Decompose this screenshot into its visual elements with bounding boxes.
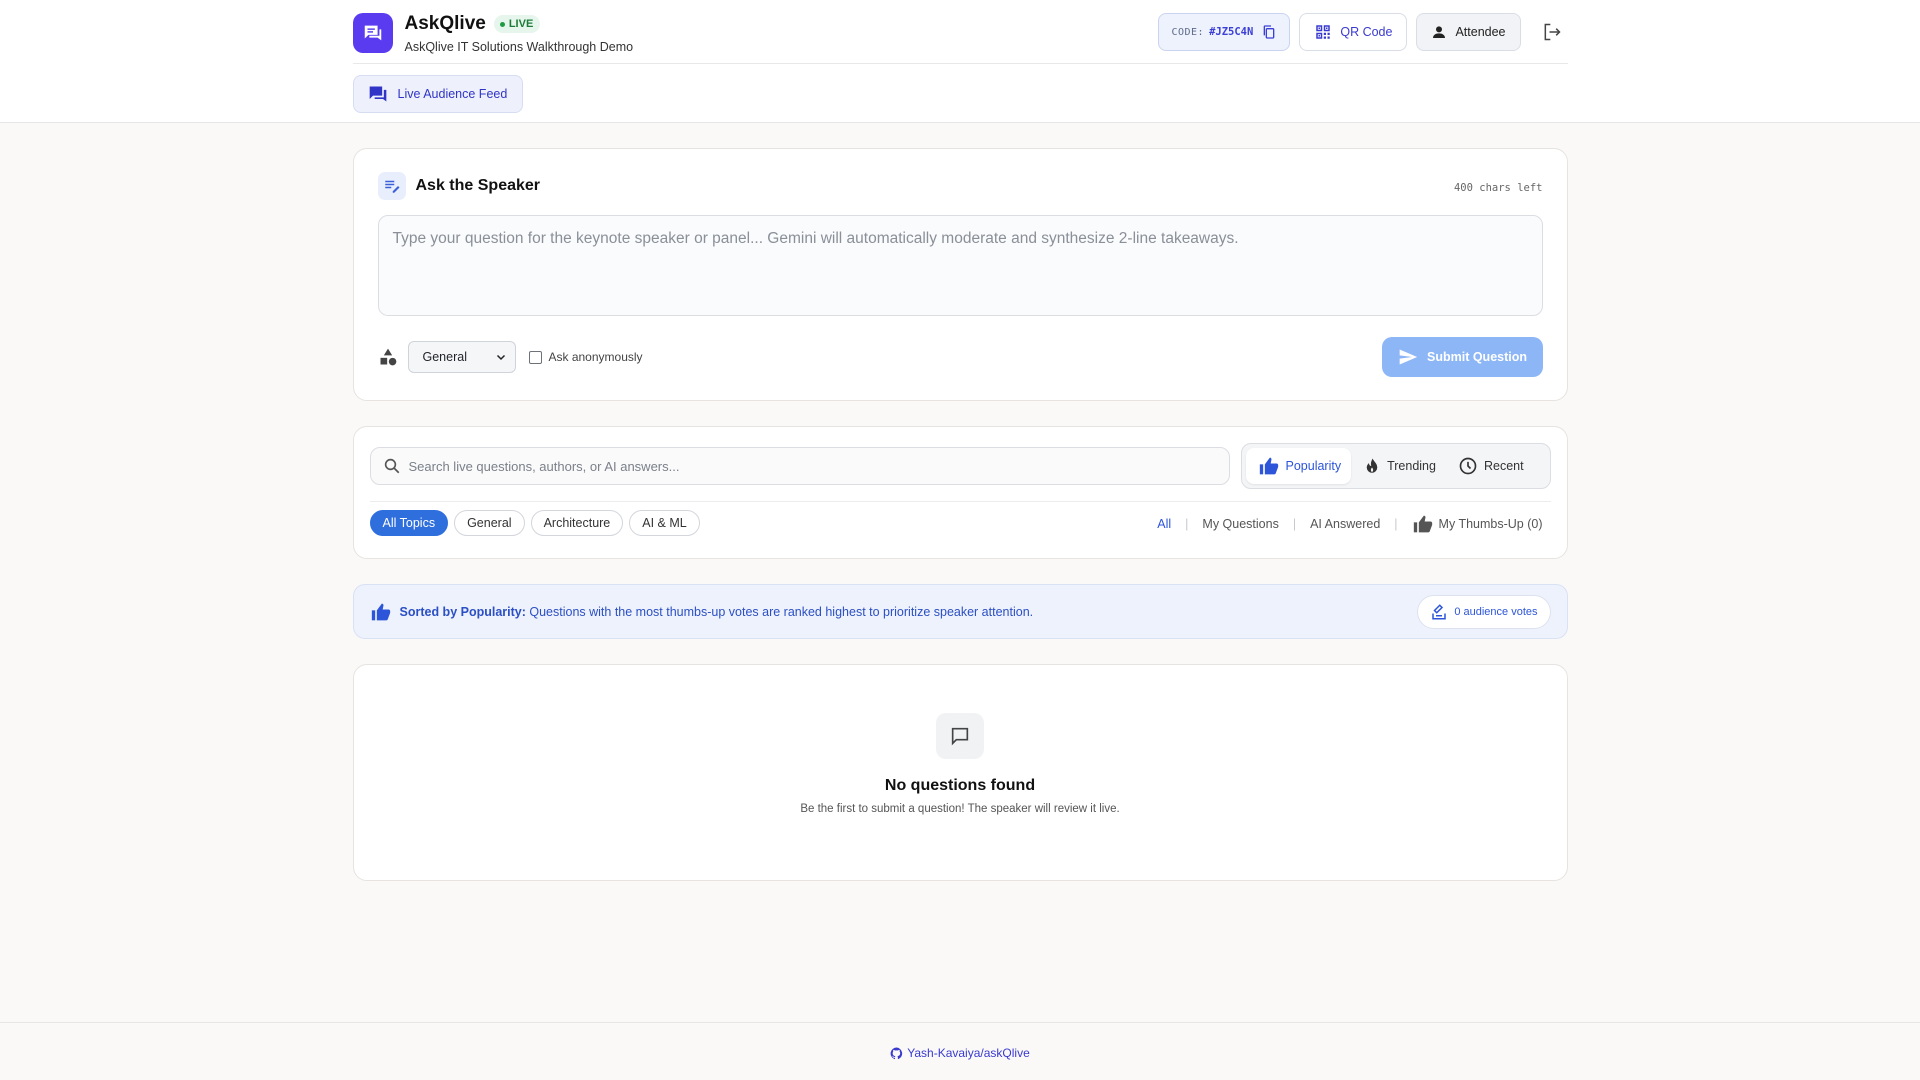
sort-info-banner: Sorted by Popularity: Questions with the… (352, 584, 1568, 639)
session-code-chip[interactable]: CODE: #JZ5C4N (1158, 13, 1291, 51)
ballot-icon (1430, 603, 1448, 621)
topic-pills: All Topics General Architecture AI & ML (369, 510, 700, 536)
clock-icon (1458, 456, 1478, 476)
thumbs-up-icon (1412, 514, 1434, 534)
send-icon (1397, 347, 1419, 367)
chevron-down-icon (495, 351, 507, 363)
sort-recent-button[interactable]: Recent (1446, 448, 1534, 484)
header-divider (352, 63, 1568, 64)
github-repo-label: Yash-Kavaiya/askQlive (907, 1046, 1030, 1060)
chars-left-counter: 400 chars left (1453, 182, 1543, 194)
top-header: AskQlive LIVE AskQlive IT Solutions Walk… (0, 0, 1920, 123)
filter-card: Search live questions, authors, or AI an… (352, 426, 1568, 559)
anonymous-toggle[interactable]: Ask anonymously (528, 350, 643, 364)
topic-pill-architecture[interactable]: Architecture (530, 510, 624, 536)
logout-icon[interactable] (1536, 16, 1568, 48)
qr-code-label: QR Code (1340, 25, 1393, 39)
sort-recent-label: Recent (1483, 459, 1524, 473)
footer: Yash-Kavaiya/askQlive (0, 1022, 1920, 1080)
view-all-link[interactable]: All (1157, 517, 1171, 531)
topic-pill-general[interactable]: General (454, 510, 525, 536)
chat-logo-icon (352, 13, 393, 53)
qr-code-button[interactable]: QR Code (1299, 13, 1408, 51)
question-placeholder: Type your question for the keynote speak… (392, 230, 1239, 247)
questions-empty-state: No questions found Be the first to submi… (352, 664, 1568, 881)
github-icon (890, 1047, 903, 1060)
code-value: #JZ5C4N (1209, 26, 1254, 38)
flame-icon (1363, 456, 1381, 476)
view-separator: | (1292, 517, 1297, 531)
empty-title: No questions found (884, 777, 1036, 794)
brand: AskQlive LIVE AskQlive IT Solutions Walk… (352, 12, 634, 54)
category-shapes-icon (378, 347, 400, 367)
ask-title: Ask the Speaker (415, 177, 541, 194)
ask-speaker-card: Ask the Speaker 400 chars left Type your… (352, 148, 1568, 401)
live-badge: LIVE (493, 15, 541, 33)
thumbs-up-filter-label: My Thumbs-Up (0) (1438, 517, 1543, 531)
view-filters: All | My Questions | AI Answered | My Th… (1157, 514, 1543, 534)
sort-info-bold: Sorted by Popularity: (399, 604, 526, 619)
search-placeholder: Search live questions, authors, or AI an… (408, 458, 680, 474)
github-repo-link[interactable]: Yash-Kavaiya/askQlive (0, 1046, 1920, 1060)
anonymous-label: Ask anonymously (548, 350, 643, 364)
empty-subtitle: Be the first to submit a question! The s… (800, 803, 1120, 815)
forum-icon (368, 84, 388, 104)
code-label: CODE: (1171, 26, 1205, 38)
submit-question-button[interactable]: Submit Question (1381, 337, 1543, 377)
topic-select[interactable]: General (407, 341, 516, 373)
audience-votes-chip: 0 audience votes (1417, 595, 1551, 629)
tab-live-audience-feed[interactable]: Live Audience Feed (352, 75, 524, 113)
view-separator: | (1185, 517, 1189, 531)
person-icon (1431, 24, 1447, 40)
submit-label: Submit Question (1427, 350, 1527, 364)
qr-code-icon (1314, 23, 1332, 41)
app-name: AskQlive (404, 13, 486, 34)
sort-info-description: Questions with the most thumbs-up votes … (525, 604, 1034, 619)
edit-note-icon (377, 172, 406, 200)
anonymous-checkbox[interactable] (528, 350, 542, 364)
sort-info-text: Sorted by Popularity: Questions with the… (400, 605, 1034, 619)
main-content: Ask the Speaker 400 chars left Type your… (352, 148, 1568, 881)
sort-popularity-button[interactable]: Popularity (1245, 448, 1352, 484)
session-subtitle: AskQlive IT Solutions Walkthrough Demo (404, 40, 634, 54)
view-my-questions-link[interactable]: My Questions (1202, 517, 1278, 531)
live-badge-label: LIVE (508, 18, 534, 30)
sort-trending-button[interactable]: Trending (1351, 448, 1446, 484)
audience-votes-label: 0 audience votes (1454, 606, 1538, 618)
copy-icon[interactable] (1261, 24, 1277, 40)
view-my-thumbs-up-link[interactable]: My Thumbs-Up (0) (1412, 514, 1543, 534)
view-separator: | (1394, 517, 1398, 531)
search-icon (383, 457, 401, 475)
filter-divider (369, 501, 1551, 502)
feed-tab-label: Live Audience Feed (397, 87, 508, 101)
search-input[interactable]: Search live questions, authors, or AI an… (369, 447, 1230, 485)
thumbs-up-icon (370, 602, 392, 622)
question-textarea[interactable]: Type your question for the keynote speak… (377, 215, 1543, 316)
topic-select-value: General (422, 350, 467, 364)
role-attendee-button[interactable]: Attendee (1416, 13, 1521, 51)
sort-popularity-label: Popularity (1285, 459, 1342, 473)
chat-bubble-icon (935, 713, 984, 759)
role-label: Attendee (1455, 25, 1506, 39)
view-ai-answered-link[interactable]: AI Answered (1310, 517, 1380, 531)
live-dot-icon (499, 21, 505, 27)
sort-toggle-group: Popularity Trending Recent (1240, 443, 1551, 489)
topic-pill-all[interactable]: All Topics (369, 510, 449, 536)
sort-trending-label: Trending (1387, 459, 1436, 473)
thumbs-up-icon (1258, 456, 1280, 476)
topic-pill-ai-ml[interactable]: AI & ML (629, 510, 700, 536)
